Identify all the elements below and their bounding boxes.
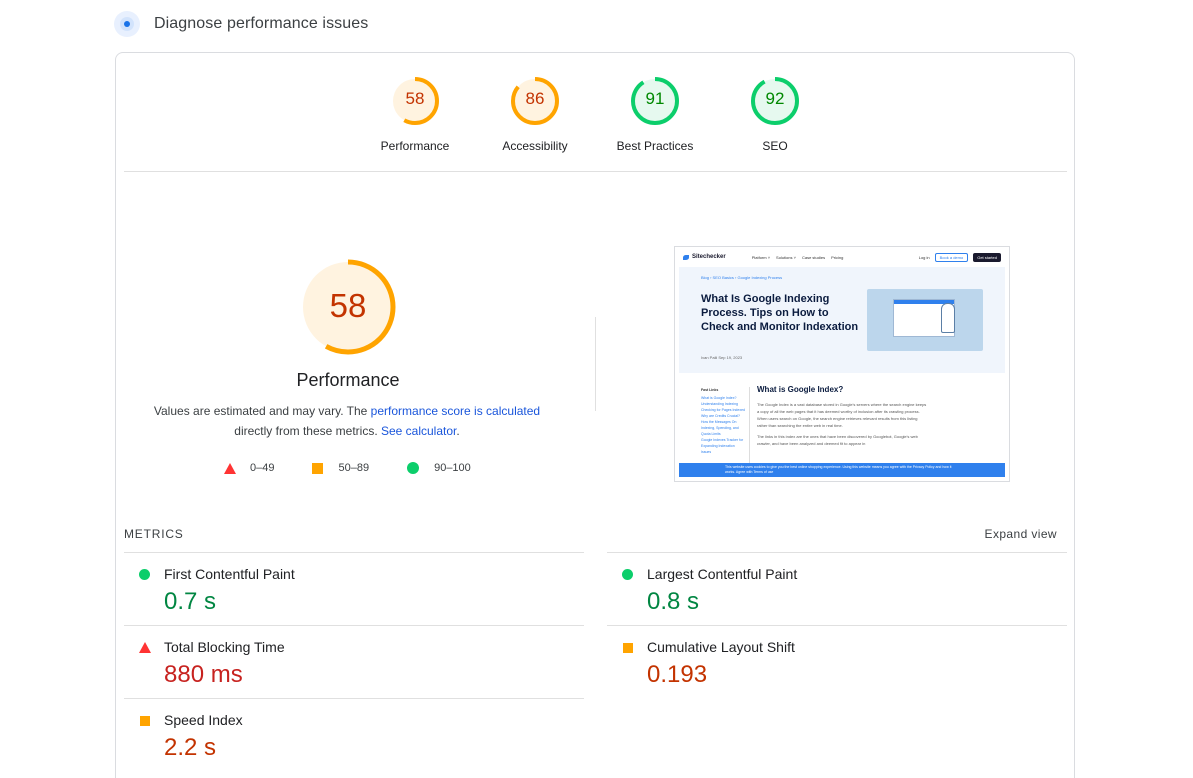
main-score: 58 [329, 287, 367, 324]
ss-headline: What Is Google Indexing Process. Tips on… [701, 293, 859, 333]
metric-tbt: Total Blocking Time 880 ms [124, 625, 584, 698]
expand-view-toggle[interactable]: Expand view [985, 527, 1057, 541]
score-gauges: 58 Performance 86 Accessibility 91 Best … [116, 75, 1074, 175]
average-square-icon [312, 462, 324, 474]
metric-value: 0.8 s [647, 588, 700, 615]
gauge-performance[interactable]: 58 Performance [355, 75, 475, 153]
metric-value: 0.7 s [164, 588, 217, 615]
gauge-score: 58 [405, 89, 425, 108]
gauge-label: SEO [762, 139, 788, 153]
gauge-score: 91 [645, 89, 665, 108]
final-screenshot: Sitechecker Platform ˅ Solutions ˅ Case … [674, 246, 1010, 482]
legend-good: 90–100 [407, 462, 471, 474]
score-calculated-link[interactable]: performance score is calculated [371, 404, 540, 418]
gauge-accessibility[interactable]: 86 Accessibility [475, 75, 595, 153]
metric-value: 880 ms [164, 661, 243, 688]
metrics-heading: METRICS [124, 527, 184, 541]
gauge-score: 92 [765, 89, 785, 108]
metric-name: Speed Index [164, 712, 243, 728]
gauge-best-practices[interactable]: 91 Best Practices [595, 75, 715, 153]
average-square-icon [140, 716, 150, 726]
metric-lcp: Largest Contentful Paint 0.8 s [607, 552, 1067, 625]
metric-name: First Contentful Paint [164, 566, 295, 582]
desc-text: . [456, 424, 460, 438]
metric-name: Largest Contentful Paint [647, 566, 798, 582]
desc-text: Values are estimated and may vary. The [153, 404, 371, 418]
divider [124, 171, 1067, 172]
gauge-label: Best Practices [616, 139, 694, 153]
vertical-divider [595, 317, 596, 411]
legend-poor: 0–49 [224, 462, 274, 474]
gauge-label: Accessibility [502, 139, 568, 153]
desc-text: directly from these metrics. [234, 424, 381, 438]
metric-cls: Cumulative Layout Shift 0.193 [607, 625, 1067, 698]
poor-triangle-icon [224, 462, 236, 474]
metric-name: Total Blocking Time [164, 639, 285, 655]
good-circle-icon [622, 569, 633, 580]
metric-speed-index: Speed Index 2.2 s [124, 698, 584, 771]
ss-logo: Sitechecker [683, 254, 726, 260]
section-header: Diagnose performance issues [114, 10, 368, 38]
gauge-label: Performance [380, 139, 450, 153]
score-legend: 0–49 50–89 90–100 [224, 461, 509, 475]
performance-card: 58 Performance 86 Accessibility 91 Best … [115, 52, 1075, 778]
ss-cookie-banner: This website uses cookies to give you th… [679, 463, 1005, 477]
average-square-icon [623, 643, 633, 653]
poor-triangle-icon [139, 642, 151, 653]
ss-toc: Fast Links What is Google Index? Underst… [701, 388, 745, 454]
main-performance-gauge: 58 [298, 257, 398, 357]
score-description: Values are estimated and may vary. The p… [146, 401, 548, 441]
metric-fcp: First Contentful Paint 0.7 s [124, 552, 584, 625]
diagnose-icon [114, 11, 140, 37]
ss-navbar: Sitechecker Platform ˅ Solutions ˅ Case … [675, 247, 1009, 267]
ss-hero: Blog › SEO Basics › Google Indexing Proc… [679, 267, 1005, 373]
see-calculator-link[interactable]: See calculator [381, 424, 456, 438]
ss-nav-links: Platform ˅ Solutions ˅ Case studies Pric… [751, 254, 844, 260]
good-circle-icon [407, 462, 420, 474]
ss-hero-illustration [867, 289, 983, 351]
section-title: Diagnose performance issues [154, 15, 369, 32]
good-circle-icon [139, 569, 150, 580]
main-score-title: Performance [296, 370, 400, 390]
gauge-score: 86 [525, 89, 545, 108]
gauge-seo[interactable]: 92 SEO [715, 75, 835, 153]
metric-value: 0.193 [647, 661, 708, 688]
metric-name: Cumulative Layout Shift [647, 639, 795, 655]
legend-average: 50–89 [312, 462, 369, 474]
metric-value: 2.2 s [164, 734, 217, 761]
